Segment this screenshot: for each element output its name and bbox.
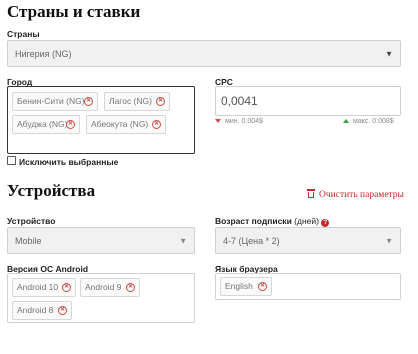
device-label: Устройство xyxy=(7,216,56,226)
trash-icon xyxy=(307,189,315,198)
remove-tag-icon[interactable]: ✕ xyxy=(152,120,161,129)
remove-tag-icon[interactable]: ✕ xyxy=(58,306,67,315)
chevron-down-icon: ▼ xyxy=(385,236,393,245)
android-version-tag-input[interactable]: Android 10 ✕ Android 9 ✕ Android 8 ✕ xyxy=(7,273,195,323)
arrow-up-icon xyxy=(343,119,349,124)
cpc-min: мин. 0.004$ xyxy=(215,118,263,125)
city-tag: Абуджа (NG) ✕ xyxy=(12,115,80,134)
android-tag: Android 10 ✕ xyxy=(12,278,76,297)
device-select[interactable]: Mobile ▼ xyxy=(7,227,195,254)
cpc-input-value: 0,0041 xyxy=(221,94,258,108)
subscription-age-label: Возраст подписки (дней) ? xyxy=(215,216,330,227)
browser-language-tag-input[interactable]: English ✕ xyxy=(215,273,401,300)
cpc-max: макс. 0.008$ xyxy=(343,118,394,125)
help-icon[interactable]: ? xyxy=(321,219,330,227)
country-select[interactable]: Нигерия (NG) ▼ xyxy=(7,40,401,67)
section-title-devices: Устройства xyxy=(7,181,96,200)
subscription-age-label-text: Возраст подписки xyxy=(215,216,292,226)
clear-params-button[interactable]: Очистить параметры xyxy=(307,189,404,200)
exclude-selected-checkbox[interactable] xyxy=(7,156,16,165)
subscription-age-select-value: 4-7 (Цена * 2) xyxy=(223,235,280,246)
city-tag-label: Абеокута (NG) xyxy=(91,119,149,129)
cpc-max-label: макс. 0.008$ xyxy=(353,118,394,125)
city-tag-label: Лагос (NG) xyxy=(109,96,152,106)
country-label: Страны xyxy=(7,29,40,39)
remove-tag-icon[interactable]: ✕ xyxy=(62,283,71,292)
language-tag: English ✕ xyxy=(220,277,272,296)
city-tag-input[interactable]: Бенин-Сити (NG) ✕ Лагос (NG) ✕ Абуджа (N… xyxy=(7,86,195,154)
clear-params-label: Очистить параметры xyxy=(319,190,404,200)
city-tag-label: Бенин-Сити (NG) xyxy=(17,96,85,106)
remove-tag-icon[interactable]: ✕ xyxy=(126,283,135,292)
subscription-age-label-suffix: (дней) xyxy=(294,216,319,226)
country-select-value: Нигерия (NG) xyxy=(15,48,72,59)
android-tag-label: Android 9 xyxy=(85,282,122,292)
chevron-down-icon: ▼ xyxy=(179,236,187,245)
arrow-down-icon xyxy=(215,119,221,124)
android-tag: Android 9 ✕ xyxy=(80,278,140,297)
language-tag-label: English xyxy=(225,281,253,291)
remove-tag-icon[interactable]: ✕ xyxy=(258,282,267,291)
city-tag: Лагос (NG) ✕ xyxy=(104,92,170,111)
chevron-down-icon: ▼ xyxy=(385,49,393,58)
remove-tag-icon[interactable]: ✕ xyxy=(66,120,75,129)
android-tag-label: Android 10 xyxy=(17,282,59,292)
remove-tag-icon[interactable]: ✕ xyxy=(156,97,165,106)
device-select-value: Mobile xyxy=(15,235,42,246)
cpc-min-label: мин. 0.004$ xyxy=(225,118,263,125)
city-tag: Бенин-Сити (NG) ✕ xyxy=(12,92,98,111)
android-tag: Android 8 ✕ xyxy=(12,301,72,320)
cpc-input[interactable]: 0,0041 xyxy=(215,86,401,116)
subscription-age-select[interactable]: 4-7 (Цена * 2) ▼ xyxy=(215,227,401,254)
remove-tag-icon[interactable]: ✕ xyxy=(84,97,93,106)
city-tag: Абеокута (NG) ✕ xyxy=(86,115,166,134)
city-tag-label: Абуджа (NG) xyxy=(17,119,68,129)
android-tag-label: Android 8 xyxy=(17,305,54,315)
section-title-countries: Страны и ставки xyxy=(7,2,141,21)
exclude-selected-label: Исключить выбранные xyxy=(19,157,119,167)
